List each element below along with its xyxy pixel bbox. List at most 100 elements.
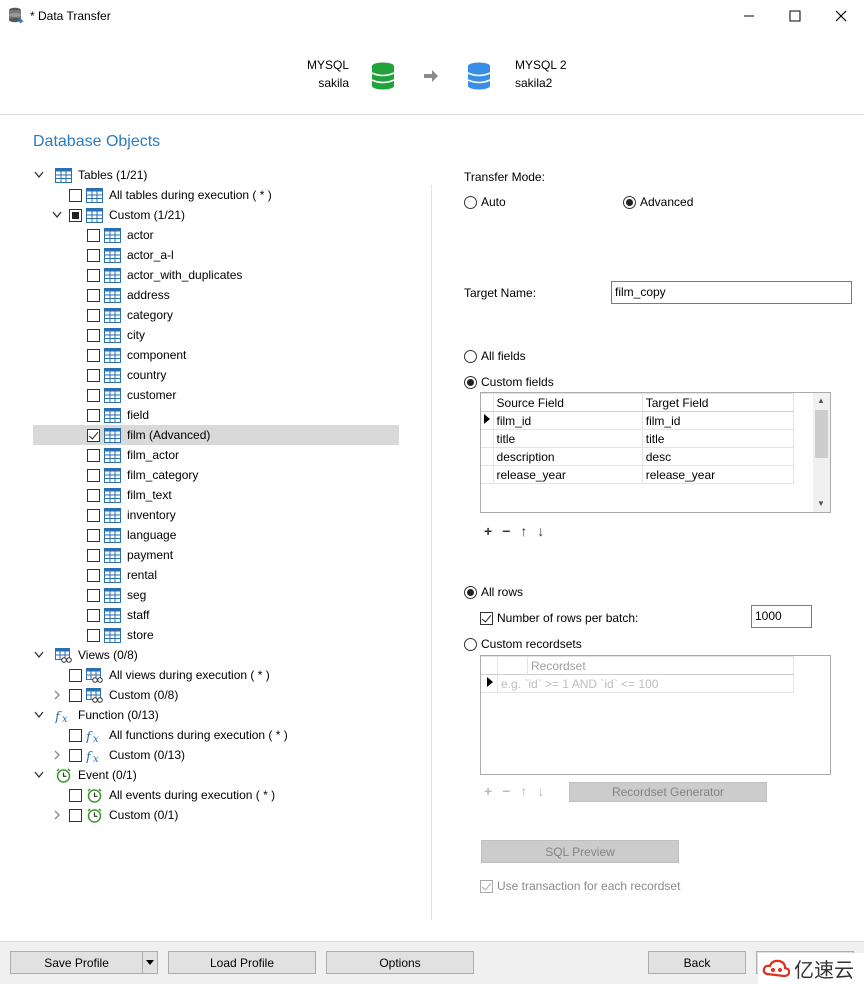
tree-item[interactable]: seg	[69, 585, 146, 605]
checkbox-icon[interactable]	[87, 608, 100, 622]
table-cell[interactable]: film_id	[492, 411, 643, 430]
checkbox-icon[interactable]	[69, 668, 82, 682]
close-button[interactable]	[818, 0, 864, 31]
tree-item[interactable]: Event (0/1)	[33, 765, 137, 785]
checkbox-icon[interactable]	[87, 568, 100, 582]
scroll-down-icon[interactable]: ▼	[817, 499, 825, 508]
table-cell[interactable]: description	[492, 447, 643, 466]
scroll-up-icon[interactable]: ▲	[817, 396, 825, 405]
tree-item[interactable]: f x Custom (0/13)	[51, 745, 185, 765]
chevron-down-icon[interactable]	[33, 705, 45, 725]
tree-item[interactable]: payment	[69, 545, 173, 565]
checkbox-icon[interactable]	[87, 488, 100, 502]
sql-preview-button[interactable]: SQL Preview	[481, 840, 679, 863]
add-icon[interactable]: +	[484, 523, 492, 539]
checkbox-icon[interactable]	[87, 428, 100, 442]
tree-item[interactable]: actor_with_duplicates	[69, 265, 242, 285]
checkbox-icon[interactable]	[87, 308, 100, 322]
checkbox-icon[interactable]	[87, 588, 100, 602]
move-down-icon[interactable]: ↓	[537, 783, 544, 799]
checkbox-icon[interactable]	[69, 208, 82, 222]
custom-recordsets-radio[interactable]: Custom recordsets	[464, 637, 582, 651]
recordsets-grid[interactable]: Recordset e.g. `id` >= 1 AND `id` <= 100	[480, 655, 831, 775]
checkbox-icon[interactable]	[69, 728, 82, 742]
tree-item[interactable]: film_text	[69, 485, 172, 505]
table-cell[interactable]: release_year	[641, 465, 795, 484]
fields-grid[interactable]: Source Field Target Field film_id film_i…	[480, 392, 831, 513]
table-row[interactable]: e.g. `id` >= 1 AND `id` <= 100	[481, 674, 794, 693]
all-fields-radio[interactable]: All fields	[464, 349, 526, 363]
back-button[interactable]: Back	[648, 951, 746, 974]
tree-item[interactable]: actor	[69, 225, 154, 245]
tree-item[interactable]: Custom (1/21)	[51, 205, 185, 225]
tree-item[interactable]: Custom (0/8)	[51, 685, 178, 705]
tree-item[interactable]: country	[69, 365, 166, 385]
chevron-right-icon[interactable]	[51, 745, 63, 765]
checkbox-icon[interactable]	[87, 228, 100, 242]
checkbox-icon[interactable]	[87, 408, 100, 422]
scrollbar-thumb[interactable]	[815, 410, 828, 458]
column-header[interactable]: Target Field	[641, 393, 795, 412]
tree-item[interactable]: Custom (0/1)	[51, 805, 178, 825]
rows-per-batch-checkbox[interactable]: Number of rows per batch:	[480, 611, 638, 625]
tree-item[interactable]: f x All functions during execution ( * )	[51, 725, 288, 745]
checkbox-icon[interactable]	[69, 688, 82, 702]
use-transaction-checkbox[interactable]: Use transaction for each recordset	[480, 879, 680, 893]
mode-advanced-radio[interactable]: Advanced	[623, 195, 693, 209]
checkbox-icon[interactable]	[87, 348, 100, 362]
tree-item[interactable]: category	[69, 305, 173, 325]
add-icon[interactable]: +	[484, 783, 492, 799]
minimize-button[interactable]	[726, 0, 772, 31]
tree-item[interactable]: customer	[69, 385, 176, 405]
checkbox-icon[interactable]	[87, 448, 100, 462]
tree-item[interactable]: film_actor	[69, 445, 179, 465]
remove-icon[interactable]: −	[502, 783, 510, 799]
checkbox-icon[interactable]	[87, 268, 100, 282]
checkbox-icon[interactable]	[87, 628, 100, 642]
rows-per-batch-input[interactable]: 1000	[751, 605, 812, 628]
custom-fields-radio[interactable]: Custom fields	[464, 375, 554, 389]
chevron-right-icon[interactable]	[51, 685, 63, 705]
checkbox-icon[interactable]	[87, 288, 100, 302]
tree-item[interactable]: staff	[69, 605, 149, 625]
checkbox-icon[interactable]	[87, 248, 100, 262]
tree-item[interactable]: field	[69, 405, 149, 425]
tree-item[interactable]: store	[69, 625, 154, 645]
tree-item[interactable]: Views (0/8)	[33, 645, 138, 665]
column-header[interactable]: Recordset	[527, 656, 794, 675]
tree-item[interactable]: component	[69, 345, 186, 365]
table-row[interactable]: release_year release_year	[481, 465, 795, 484]
checkbox-icon[interactable]	[87, 468, 100, 482]
table-cell[interactable]: desc	[641, 447, 795, 466]
recordset-placeholder[interactable]: e.g. `id` >= 1 AND `id` <= 100	[497, 674, 794, 693]
table-row[interactable]: film_id film_id	[481, 411, 795, 430]
checkbox-icon[interactable]	[69, 808, 82, 822]
remove-icon[interactable]: −	[502, 523, 510, 539]
checkbox-icon[interactable]	[69, 188, 82, 202]
checkbox-icon[interactable]	[69, 748, 82, 762]
chevron-right-icon[interactable]	[51, 805, 63, 825]
tree-item[interactable]: All events during execution ( * )	[51, 785, 275, 805]
table-cell[interactable]: release_year	[492, 465, 643, 484]
tree-item[interactable]: address	[69, 285, 170, 305]
chevron-down-icon[interactable]	[33, 765, 45, 785]
all-rows-radio[interactable]: All rows	[464, 585, 523, 599]
tree-item[interactable]: city	[69, 325, 145, 345]
tree-item[interactable]: film_category	[69, 465, 198, 485]
tree-item[interactable]: rental	[69, 565, 157, 585]
recordset-generator-button[interactable]: Recordset Generator	[569, 782, 767, 802]
chevron-down-icon[interactable]	[51, 205, 63, 225]
checkbox-icon[interactable]	[87, 528, 100, 542]
mode-auto-radio[interactable]: Auto	[464, 195, 506, 209]
options-button[interactable]: Options	[326, 951, 474, 974]
table-cell[interactable]: title	[641, 429, 795, 448]
chevron-down-icon[interactable]	[33, 645, 45, 665]
tree-item[interactable]: inventory	[69, 505, 176, 525]
move-up-icon[interactable]: ↑	[520, 523, 527, 539]
table-row[interactable]: title title	[481, 429, 795, 448]
column-header[interactable]: Source Field	[492, 393, 643, 412]
tree-item[interactable]: All views during execution ( * )	[51, 665, 270, 685]
move-up-icon[interactable]: ↑	[520, 783, 527, 799]
checkbox-icon[interactable]	[87, 328, 100, 342]
table-cell[interactable]: title	[492, 429, 643, 448]
